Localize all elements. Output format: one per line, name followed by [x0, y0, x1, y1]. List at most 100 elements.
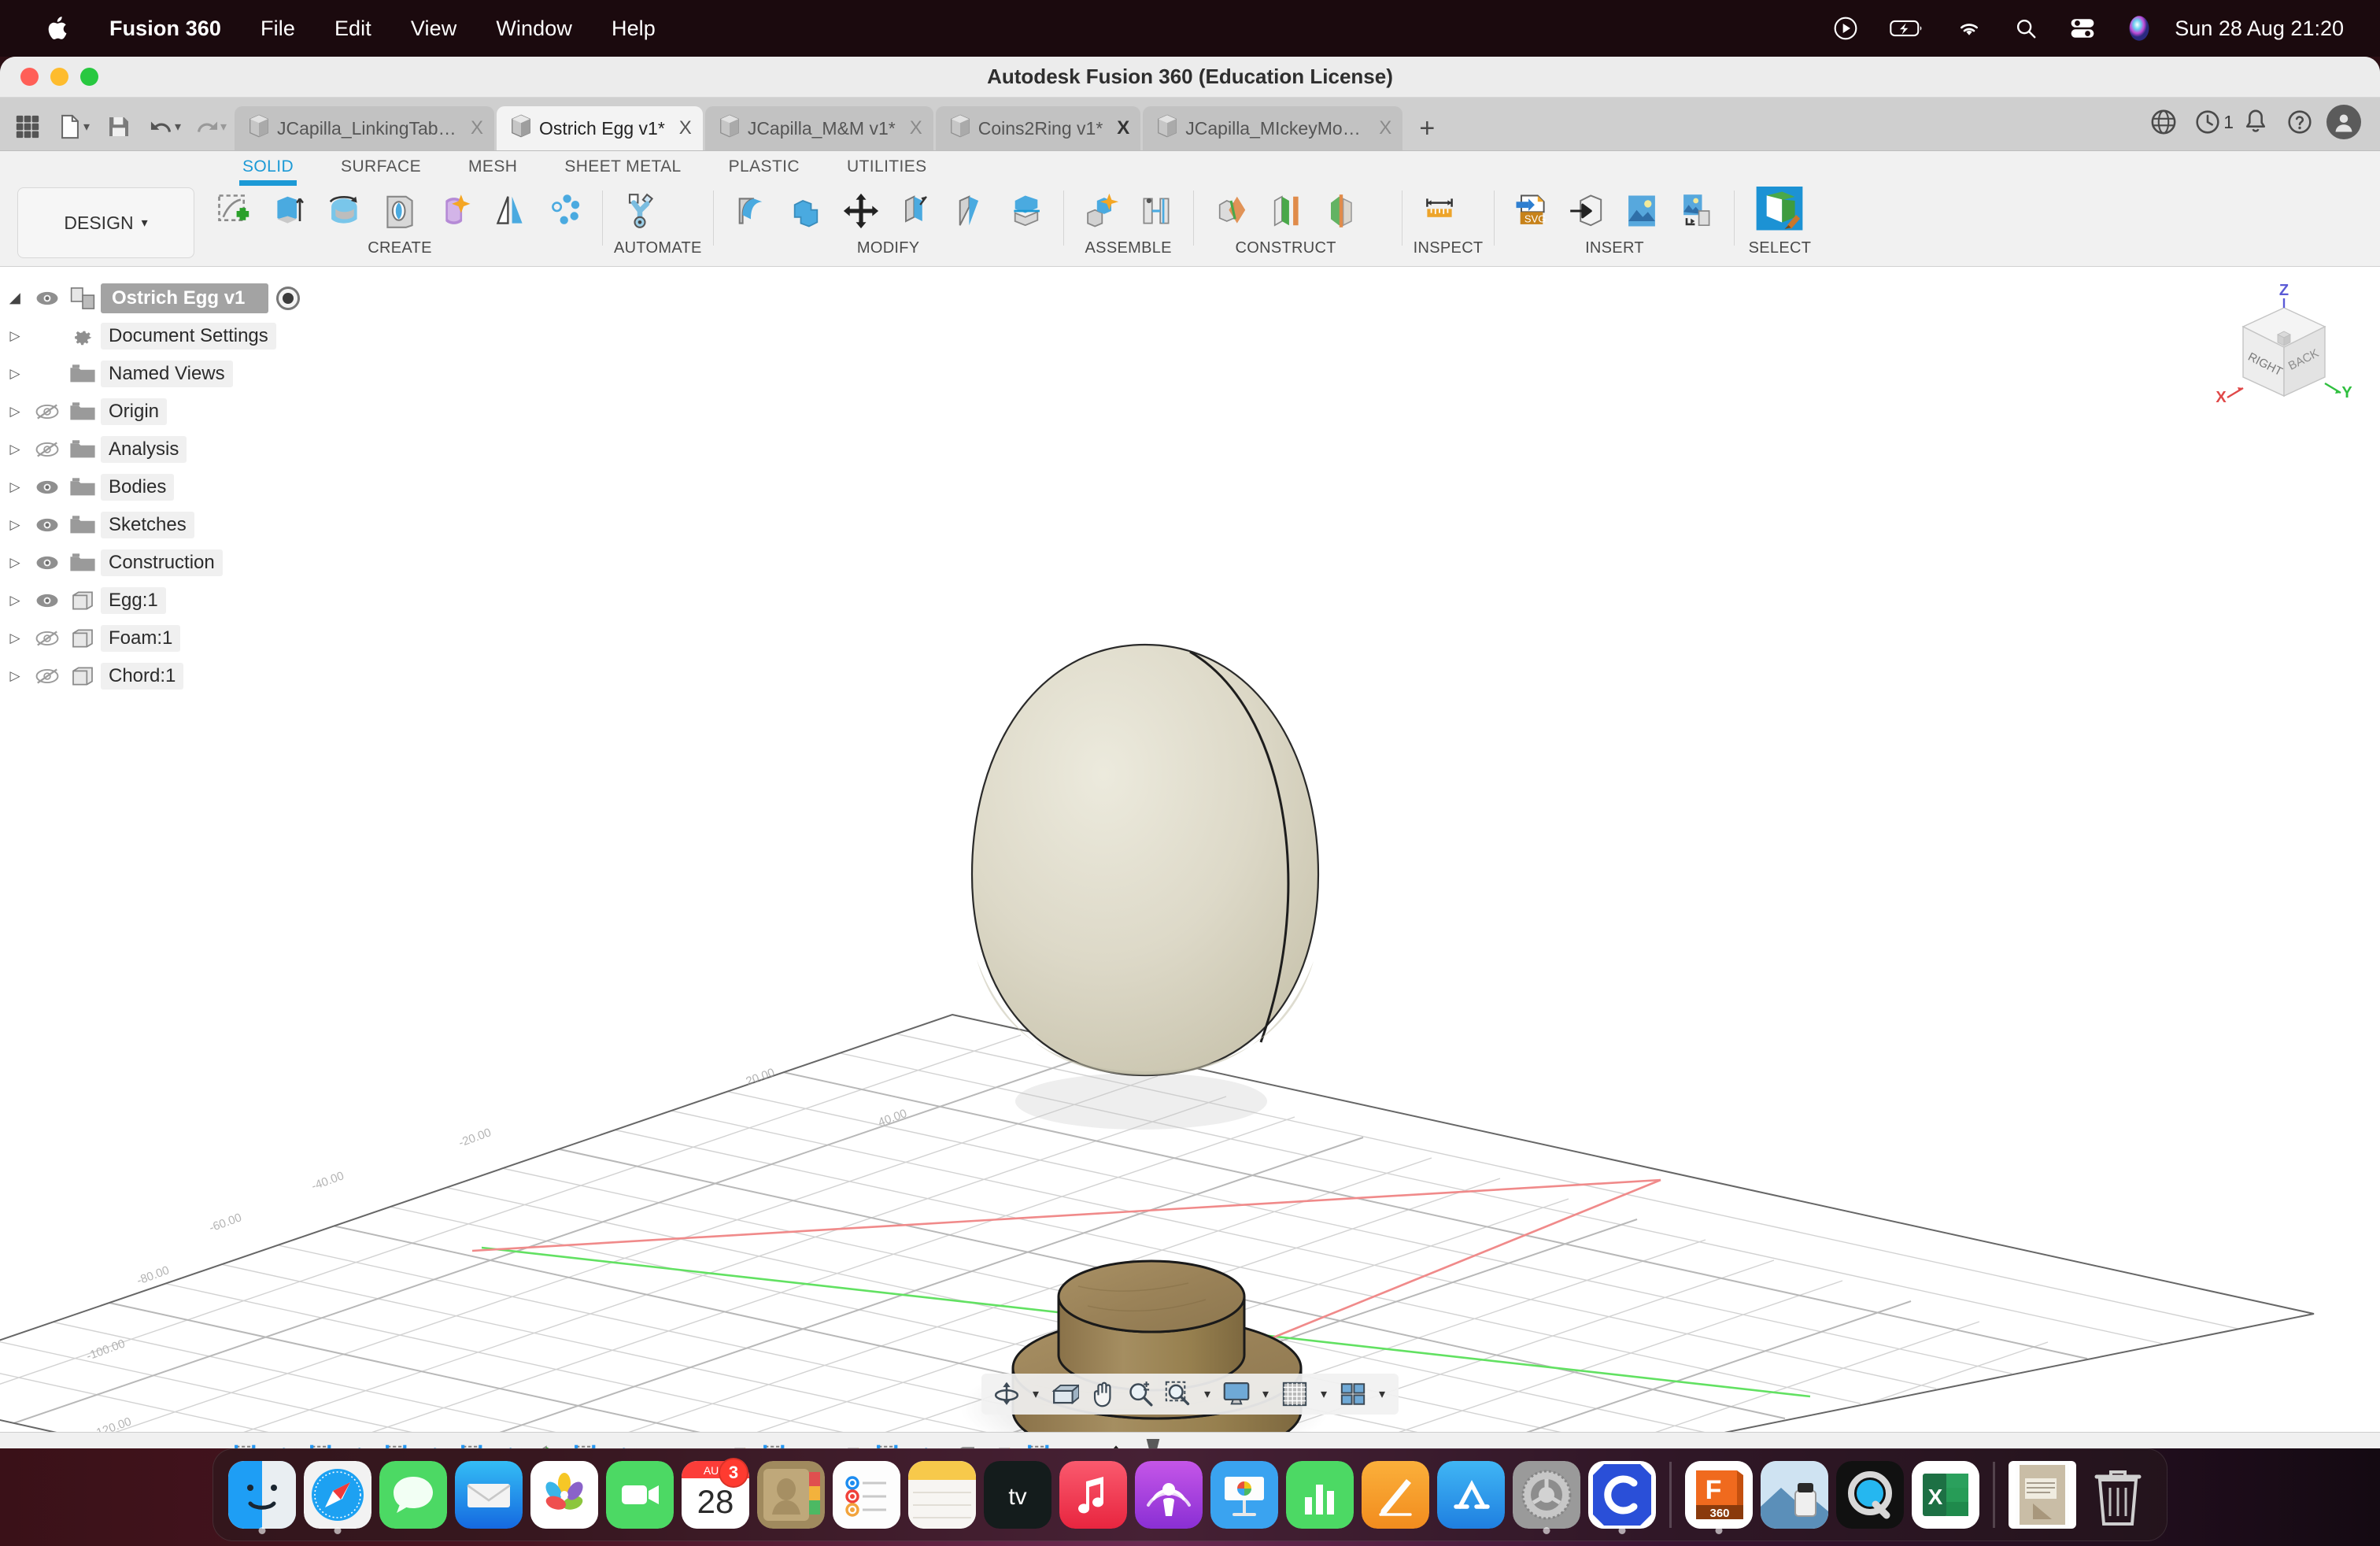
- timeline-feature-extrude[interactable]: [417, 1439, 455, 1449]
- timeline-track[interactable]: [228, 1439, 1163, 1449]
- document-tab-close-icon[interactable]: X: [471, 117, 483, 139]
- timeline-feature-sketch[interactable]: [228, 1439, 266, 1449]
- new-component-icon[interactable]: [1075, 186, 1127, 236]
- timeline-feature-extrude[interactable]: [342, 1439, 379, 1449]
- loft-icon[interactable]: [429, 186, 481, 236]
- control-center-icon[interactable]: [2053, 0, 2112, 57]
- add-tab-button[interactable]: +: [1405, 106, 1449, 150]
- dock-downloads-stack[interactable]: [2005, 1448, 2080, 1541]
- timeline-feature-sketch[interactable]: [870, 1439, 908, 1449]
- dock-app-craft[interactable]: [1584, 1448, 1660, 1541]
- dock-app-music[interactable]: [1055, 1448, 1131, 1541]
- browser-item-bodies[interactable]: ▷ Bodies: [0, 468, 370, 506]
- zoom-window-icon[interactable]: [1159, 1375, 1197, 1413]
- timeline-feature-new-body[interactable]: [719, 1439, 757, 1449]
- apple-menu[interactable]: [27, 0, 90, 57]
- menu-bar-clock[interactable]: Sun 28 Aug 21:20: [2167, 17, 2356, 41]
- expand-arrow-icon[interactable]: ▷: [0, 555, 30, 571]
- expand-arrow-icon[interactable]: ▷: [0, 479, 30, 495]
- menu-fusion-360[interactable]: Fusion 360: [90, 0, 241, 57]
- document-tab-4[interactable]: JCapilla_MIckeyMouse v1* X: [1143, 106, 1402, 150]
- timeline-feature-pipe[interactable]: [1059, 1439, 1097, 1449]
- help-icon[interactable]: [2278, 100, 2322, 144]
- visibility-eye-icon[interactable]: [30, 592, 65, 609]
- measure-icon[interactable]: [1414, 186, 1465, 236]
- dock-app-fusion360[interactable]: F360: [1681, 1448, 1757, 1541]
- insert-svg-icon[interactable]: SVG: [1506, 186, 1558, 236]
- fillet-icon[interactable]: [725, 186, 777, 236]
- browser-item-document-settings[interactable]: ▷ Document Settings: [0, 317, 370, 355]
- menu-file[interactable]: File: [241, 0, 315, 57]
- timeline-playhead[interactable]: [1143, 1439, 1163, 1449]
- dock-app-calendar[interactable]: AUG28 3: [678, 1448, 753, 1541]
- ribbon-group-label[interactable]: INSERT: [1506, 239, 1723, 257]
- tab-solid[interactable]: SOLID: [219, 151, 317, 183]
- timeline-feature-extrude[interactable]: [493, 1439, 530, 1449]
- dock-app-finder[interactable]: [224, 1448, 300, 1541]
- move-copy-icon[interactable]: [835, 186, 887, 236]
- rib-icon[interactable]: [484, 186, 536, 236]
- display-dropdown-caret[interactable]: ▾: [1255, 1375, 1276, 1413]
- undo-icon[interactable]: ▾: [142, 103, 187, 150]
- expand-arrow-icon[interactable]: ▷: [0, 668, 30, 684]
- zoom-button[interactable]: [80, 68, 98, 86]
- dock-app-appstore[interactable]: [1433, 1448, 1509, 1541]
- automate-icon[interactable]: [614, 186, 666, 236]
- plane-at-angle-icon[interactable]: [1260, 186, 1312, 236]
- timeline-feature-fillet[interactable]: [682, 1439, 719, 1449]
- dock-app-reminders[interactable]: [829, 1448, 904, 1541]
- dock-app-system-settings[interactable]: [1509, 1448, 1584, 1541]
- 3d-viewport[interactable]: -20.00 -40.00 -60.00 -80.00 -100.00 -120…: [0, 267, 2380, 1432]
- expand-arrow-icon[interactable]: ▷: [0, 328, 30, 344]
- browser-item-foam[interactable]: ▷ Foam:1: [0, 620, 370, 657]
- dock-app-preview[interactable]: [1757, 1448, 1832, 1541]
- decal-icon[interactable]: [1671, 186, 1723, 236]
- expand-arrow-icon[interactable]: ▷: [0, 442, 30, 457]
- ribbon-group-label[interactable]: SELECT: [1746, 239, 1813, 257]
- canvas-icon[interactable]: [1616, 186, 1668, 236]
- app-grid-icon[interactable]: [5, 103, 50, 150]
- browser-item-chord[interactable]: ▷ Chord:1: [0, 657, 370, 695]
- globe-icon[interactable]: [2142, 100, 2186, 144]
- browser-item-sketches[interactable]: ▷ Sketches: [0, 506, 370, 544]
- screen-record-icon[interactable]: [1817, 0, 1874, 57]
- dock-app-numbers[interactable]: [1282, 1448, 1358, 1541]
- visibility-eye-icon[interactable]: [30, 554, 65, 571]
- timeline-feature-shell[interactable]: [946, 1439, 984, 1449]
- battery-charging-icon[interactable]: [1874, 0, 1940, 57]
- menu-window[interactable]: Window: [476, 0, 592, 57]
- timeline-feature-extrude[interactable]: [908, 1439, 946, 1449]
- viewports-icon[interactable]: [1334, 1375, 1372, 1413]
- timeline-feature-revolve[interactable]: [795, 1439, 833, 1449]
- visibility-eye-hidden-icon[interactable]: [30, 630, 65, 647]
- expand-arrow-icon[interactable]: ▷: [0, 593, 30, 608]
- dock-app-messages[interactable]: [375, 1448, 451, 1541]
- menu-view[interactable]: View: [391, 0, 476, 57]
- close-button[interactable]: [20, 68, 39, 86]
- orbit-icon[interactable]: [988, 1375, 1026, 1413]
- pattern-icon[interactable]: [539, 186, 591, 236]
- ribbon-group-label[interactable]: MODIFY: [725, 239, 1052, 257]
- ribbon-group-label[interactable]: CONSTRUCT: [1205, 239, 1367, 257]
- timeline-feature-new-body[interactable]: [984, 1439, 1022, 1449]
- document-tab-close-icon[interactable]: X: [1379, 117, 1391, 139]
- timeline-feature-new-body[interactable]: [833, 1439, 870, 1449]
- extrude-icon[interactable]: [264, 186, 316, 236]
- account-avatar[interactable]: [2322, 100, 2366, 144]
- joint-icon[interactable]: [1130, 186, 1182, 236]
- visibility-eye-hidden-icon[interactable]: [30, 403, 65, 420]
- create-sketch-icon[interactable]: [209, 186, 261, 236]
- grid-dropdown-caret[interactable]: ▾: [1314, 1375, 1334, 1413]
- tab-sheet-metal[interactable]: SHEET METAL: [541, 151, 704, 183]
- display-settings-icon[interactable]: [1218, 1375, 1255, 1413]
- browser-item-construction[interactable]: ▷ Construction: [0, 544, 370, 582]
- document-tab-1[interactable]: Ostrich Egg v1* X: [497, 106, 703, 150]
- timeline-feature-sketch[interactable]: [304, 1439, 342, 1449]
- select-icon[interactable]: [1746, 186, 1813, 236]
- document-tab-2[interactable]: JCapilla_M&M v1* X: [705, 106, 933, 150]
- document-tab-close-icon[interactable]: X: [910, 117, 922, 139]
- ribbon-group-label[interactable]: AUTOMATE: [614, 239, 702, 257]
- ribbon-group-label[interactable]: INSPECT: [1414, 239, 1484, 257]
- document-tab-close-icon[interactable]: X: [679, 117, 692, 139]
- timeline-feature-sketch[interactable]: [379, 1439, 417, 1449]
